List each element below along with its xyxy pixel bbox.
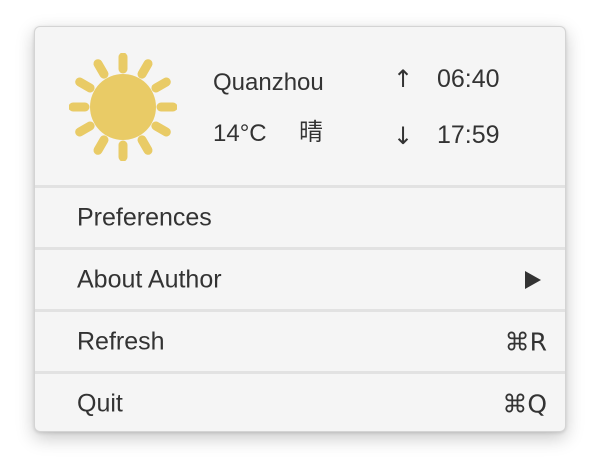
menu-item-refresh[interactable]: Refresh ⌘R bbox=[35, 312, 565, 371]
menu-item-label: About Author bbox=[77, 265, 222, 293]
weather-panel: Quanzhou 14°C 晴 ↑ 06:40 ↓ 17:59 bbox=[35, 27, 565, 185]
sun-ray bbox=[75, 77, 95, 93]
sun-ray bbox=[151, 121, 171, 137]
sunrise-time: 06:40 bbox=[437, 65, 500, 93]
temperature: 14°C bbox=[213, 120, 267, 147]
sun-icon bbox=[69, 53, 177, 161]
weather-condition: 晴 bbox=[299, 118, 323, 146]
sun-ray bbox=[151, 77, 171, 93]
sun-ray bbox=[137, 59, 153, 79]
menu-item-quit[interactable]: Quit ⌘Q bbox=[35, 374, 565, 431]
sun-ray bbox=[137, 135, 153, 155]
triangle-right-icon bbox=[525, 270, 541, 289]
sun-ray bbox=[75, 121, 95, 137]
menu-item-label: Preferences bbox=[77, 203, 212, 231]
menu-item-preferences[interactable]: Preferences bbox=[35, 188, 565, 247]
sun-ray bbox=[93, 59, 109, 79]
shortcut-label: ⌘Q bbox=[502, 389, 547, 418]
arrow-down-icon: ↓ bbox=[393, 122, 414, 150]
menu-item-about-author[interactable]: About Author bbox=[35, 250, 565, 309]
arrow-up-icon: ↑ bbox=[393, 65, 414, 93]
city-name: Quanzhou bbox=[213, 69, 324, 96]
shortcut-label: ⌘R bbox=[504, 327, 547, 356]
sun-ray bbox=[93, 135, 109, 155]
menu-item-label: Quit bbox=[77, 389, 123, 417]
menu-item-label: Refresh bbox=[77, 327, 165, 355]
weather-menu: Quanzhou 14°C 晴 ↑ 06:40 ↓ 17:59 Preferen… bbox=[34, 26, 566, 432]
sunset-time: 17:59 bbox=[437, 121, 500, 149]
